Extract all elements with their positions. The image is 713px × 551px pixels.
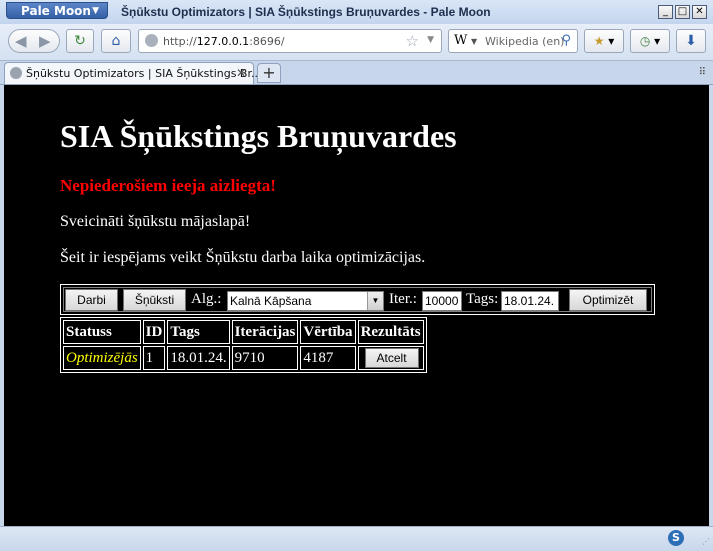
iter-label: Iter.: bbox=[389, 291, 417, 307]
downloads-button[interactable]: ⬇ bbox=[676, 29, 706, 53]
header-id: ID bbox=[142, 320, 166, 344]
optimize-button[interactable]: Optimizēt bbox=[569, 289, 647, 311]
reload-icon: ↻ bbox=[74, 33, 86, 49]
chevron-down-icon: ▼ bbox=[92, 6, 99, 16]
forward-arrow-icon[interactable]: ▶ bbox=[39, 32, 51, 50]
bookmarks-menu-button[interactable]: ★ ▾ bbox=[584, 29, 624, 53]
back-arrow-icon[interactable]: ◀ bbox=[15, 32, 27, 50]
snuksti-button[interactable]: Šņūksti bbox=[123, 289, 186, 311]
header-status: Statuss bbox=[63, 320, 141, 344]
tags-label: Tags: bbox=[466, 291, 499, 307]
alg-label: Alg.: bbox=[191, 291, 222, 307]
status-cell: Optimizējās bbox=[63, 346, 141, 370]
page-title: SIA Šņūkstings Bruņuvardes bbox=[60, 118, 457, 154]
header-value: Vērtība bbox=[300, 320, 356, 344]
value-cell: 4187 bbox=[300, 346, 356, 370]
window-title-bar: Pale Moon ▼ Šņūkstu Optimizators | SIA Š… bbox=[0, 0, 713, 25]
search-bar[interactable]: W ▼ Wikipedia (en) ⚲ bbox=[448, 29, 578, 53]
tab-label: Šņūkstu Optimizators | SIA Šņūkstings Br… bbox=[26, 67, 262, 80]
reload-button[interactable]: ↻ bbox=[66, 29, 94, 53]
minimize-button[interactable]: _ bbox=[658, 5, 673, 19]
app-menu-button[interactable]: Pale Moon ▼ bbox=[6, 2, 108, 19]
page-content: SIA Šņūkstings Bruņuvardes Nepiederošiem… bbox=[4, 85, 709, 526]
close-window-button[interactable]: ✕ bbox=[692, 5, 707, 19]
status-bar: S ⋰ bbox=[0, 526, 713, 551]
new-tab-button[interactable]: + bbox=[257, 63, 281, 83]
table-header-row: Statuss ID Tags Iterācijas Vērtība Rezul… bbox=[63, 320, 424, 344]
clock-icon: ◷ bbox=[639, 34, 651, 48]
table-row: Optimizējās 1 18.01.24. 9710 4187 Atcelt bbox=[63, 346, 424, 370]
wikipedia-icon[interactable]: W bbox=[454, 33, 467, 48]
url-dropdown-icon[interactable]: ▼ bbox=[427, 35, 434, 45]
id-cell: 1 bbox=[142, 346, 166, 370]
chevron-down-icon: ▼ bbox=[471, 37, 478, 46]
cancel-button[interactable]: Atcelt bbox=[364, 348, 419, 368]
algorithm-selected-value: Kalnā Kāpšana bbox=[230, 294, 312, 308]
warning-text: Nepiederošiem ieeja aizliegta! bbox=[60, 176, 276, 195]
page-favicon-icon bbox=[10, 67, 22, 79]
url-text: http://127.0.0.1:8696/ bbox=[163, 35, 285, 48]
download-arrow-icon: ⬇ bbox=[685, 33, 697, 49]
optimizer-controls: Darbi Šņūksti Alg.: Kalnā Kāpšana ▼ Iter… bbox=[60, 284, 655, 315]
bookmark-star-icon[interactable]: ☆ bbox=[406, 32, 419, 50]
header-result: Rezultāts bbox=[357, 320, 424, 344]
url-bar[interactable]: http://127.0.0.1:8696/ ☆ ▼ bbox=[138, 29, 442, 53]
maximize-button[interactable]: □ bbox=[675, 5, 690, 19]
app-menu-label: Pale Moon bbox=[21, 4, 91, 18]
iterations-input[interactable]: 10000 bbox=[422, 291, 462, 311]
algorithm-select[interactable]: Kalnā Kāpšana ▼ bbox=[227, 291, 384, 311]
window-title: Šņūkstu Optimizators | SIA Šņūkstings Br… bbox=[121, 5, 491, 19]
tags-cell: 18.01.24. bbox=[167, 346, 230, 370]
tab-list-icon[interactable]: ⠿ bbox=[699, 67, 706, 78]
result-cell: Atcelt bbox=[357, 346, 424, 370]
search-input[interactable]: Wikipedia (en) bbox=[485, 35, 564, 48]
home-icon: ⌂ bbox=[111, 33, 121, 49]
header-iterations: Iterācijas bbox=[231, 320, 299, 344]
darbi-button[interactable]: Darbi bbox=[65, 289, 118, 311]
tab-active[interactable]: Šņūkstu Optimizators | SIA Šņūkstings Br… bbox=[4, 62, 261, 84]
history-menu-button[interactable]: ◷ ▾ bbox=[630, 29, 670, 53]
home-button[interactable]: ⌂ bbox=[101, 29, 131, 53]
resize-grip-icon[interactable]: ⋰ bbox=[702, 537, 710, 546]
description-text: Šeit ir iespējams veikt Šņūkstu darba la… bbox=[60, 249, 426, 266]
header-tags: Tags bbox=[167, 320, 230, 344]
close-tab-icon[interactable]: ✕ bbox=[236, 66, 246, 80]
tags-input[interactable]: 18.01.24. bbox=[501, 291, 559, 311]
tab-bar: Šņūkstu Optimizators | SIA Šņūkstings Br… bbox=[0, 61, 713, 85]
search-icon[interactable]: ⚲ bbox=[561, 33, 571, 48]
greeting-text: Sveicināti šņūkstu mājaslapā! bbox=[60, 213, 251, 230]
back-forward-group: ◀ ▶ bbox=[8, 29, 60, 53]
sync-status-icon[interactable]: S bbox=[668, 530, 684, 546]
navigation-toolbar: ◀ ▶ ↻ ⌂ http://127.0.0.1:8696/ ☆ ▼ W ▼ W… bbox=[0, 24, 713, 61]
results-table: Statuss ID Tags Iterācijas Vērtība Rezul… bbox=[60, 317, 427, 373]
chevron-down-icon: ▼ bbox=[367, 292, 383, 310]
globe-icon bbox=[145, 34, 158, 47]
iterations-cell: 9710 bbox=[231, 346, 299, 370]
bookmarks-icon: ★ bbox=[593, 34, 605, 48]
